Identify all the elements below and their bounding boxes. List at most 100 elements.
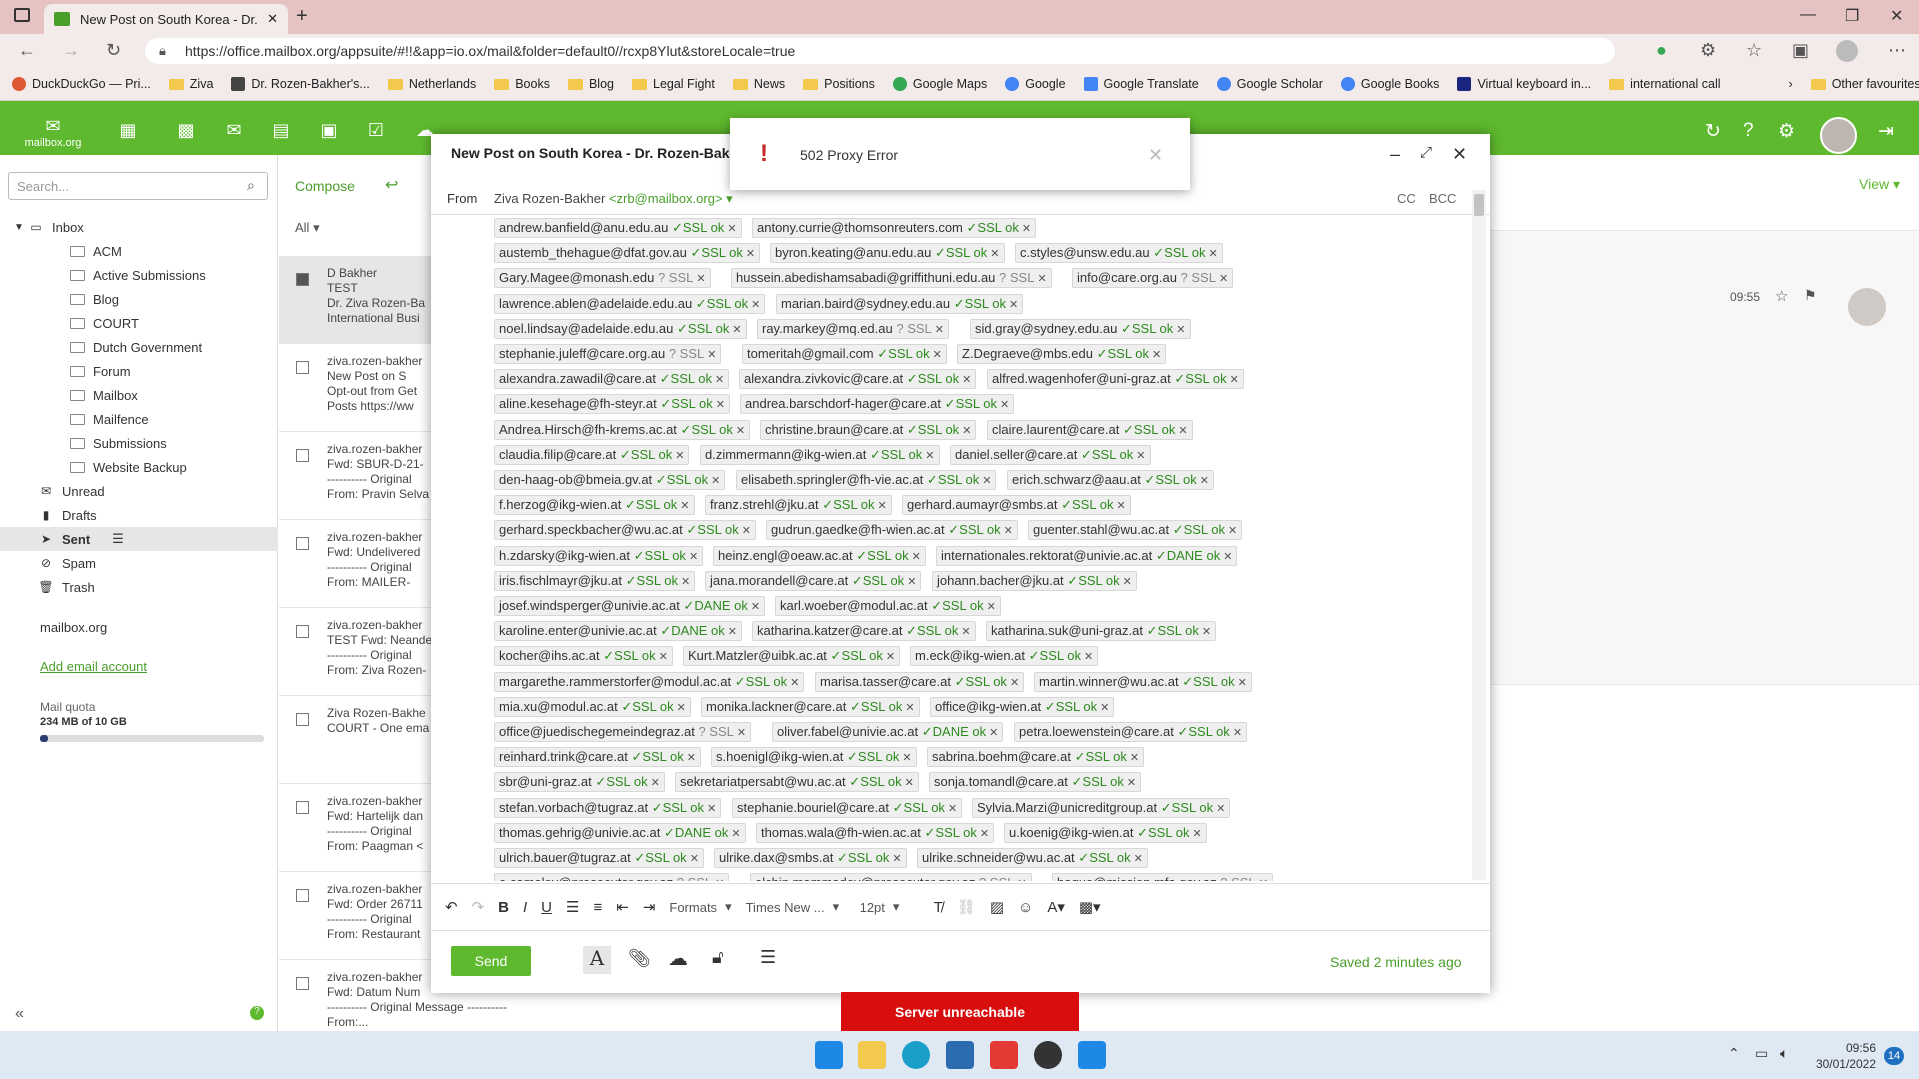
select-checkbox[interactable] xyxy=(296,977,309,990)
recipient-chip[interactable]: office@ikg-wien.at ✓SSL ok ✕ xyxy=(930,696,1115,717)
recipient-chip[interactable]: stephanie.juleff@care.org.au ? SSL ✕ xyxy=(494,344,722,364)
remove-recipient-icon[interactable]: ✕ xyxy=(790,677,799,689)
more-menu-icon[interactable]: ⋯ xyxy=(1888,40,1906,61)
recipient-chip[interactable]: martin.winner@wu.ac.at ✓SSL ok ✕ xyxy=(1034,671,1252,692)
remove-recipient-icon[interactable]: ✕ xyxy=(715,878,724,881)
recipient-chip[interactable]: claire.laurent@care.at ✓SSL ok ✕ xyxy=(987,419,1193,440)
recipient-chip[interactable]: noel.lindsay@adelaide.edu.au ✓SSL ok ✕ xyxy=(494,318,747,339)
remove-recipient-icon[interactable]: ✕ xyxy=(1259,878,1268,881)
recipient-chip[interactable]: heinz.engl@oeaw.ac.at ✓SSL ok ✕ xyxy=(713,545,926,566)
send-button[interactable]: Send xyxy=(451,946,531,976)
folder-forum[interactable]: Forum xyxy=(0,359,278,383)
image-icon[interactable]: ▨ xyxy=(990,898,1004,916)
recipient-chip[interactable]: andrew.banfield@anu.edu.au ✓SSL ok ✕ xyxy=(494,218,742,238)
bookmark-netherlands[interactable]: Netherlands xyxy=(387,77,476,91)
mail-icon[interactable]: ✉ xyxy=(223,120,245,140)
remove-recipient-icon[interactable]: ✕ xyxy=(715,374,724,386)
font-family-dropdown[interactable]: Times New ... ▾ xyxy=(746,899,846,915)
browser-tab[interactable]: New Post on South Korea - Dr. R ✕ xyxy=(44,4,288,34)
remove-recipient-icon[interactable]: ✕ xyxy=(935,324,944,336)
recipient-chip[interactable]: ulrich.bauer@tugraz.at ✓SSL ok ✕ xyxy=(494,848,704,868)
profile-avatar[interactable] xyxy=(1836,40,1858,62)
remove-recipient-icon[interactable]: ✕ xyxy=(707,349,716,361)
add-email-account-link[interactable]: Add email account xyxy=(40,659,147,674)
close-alert-icon[interactable]: ✕ xyxy=(1148,145,1163,166)
logout-icon[interactable]: ⇥ xyxy=(1878,120,1894,143)
calendar-icon[interactable]: ▤ xyxy=(270,120,292,140)
bookmark-google-scholar[interactable]: Google Scholar xyxy=(1216,77,1323,91)
folder-trash[interactable]: 🗑︎ Trash xyxy=(0,575,278,599)
start-icon[interactable] xyxy=(815,1041,843,1069)
remove-recipient-icon[interactable]: ✕ xyxy=(1037,273,1046,285)
back-icon[interactable]: ← xyxy=(18,40,36,61)
media-icon[interactable] xyxy=(1078,1041,1106,1069)
edge-icon[interactable] xyxy=(902,1041,930,1069)
recipient-chip[interactable]: info@care.org.au ? SSL ✕ xyxy=(1072,268,1234,289)
bookmark-google-books[interactable]: Google Books xyxy=(1340,77,1439,91)
tab-actions-icon[interactable] xyxy=(14,8,30,22)
remove-recipient-icon[interactable]: ✕ xyxy=(1009,299,1018,311)
remove-recipient-icon[interactable]: ✕ xyxy=(746,248,755,260)
select-checkbox[interactable] xyxy=(296,625,309,638)
user-avatar[interactable] xyxy=(1820,117,1857,154)
apps-grid-icon[interactable]: ▦ xyxy=(117,120,139,140)
folder-dutch-government[interactable]: Dutch Government xyxy=(0,335,278,359)
remove-recipient-icon[interactable]: ✕ xyxy=(1200,475,1209,487)
remove-recipient-icon[interactable]: ✕ xyxy=(680,500,689,512)
volume-icon[interactable]: 🔈︎ xyxy=(1780,1045,1788,1062)
tasks-icon[interactable]: ☑ xyxy=(365,120,387,140)
recipient-chip[interactable]: sabrina.boehm@care.at ✓SSL ok ✕ xyxy=(927,747,1145,768)
bookmark-dr-rozen-bakher[interactable]: Dr. Rozen-Bakher's... xyxy=(231,77,370,91)
recipient-chip[interactable]: u.koenig@ikg-wien.at ✓SSL ok ✕ xyxy=(1004,822,1207,843)
recipient-chip[interactable]: den-haag-ob@bmeia.gv.at ✓SSL ok ✕ xyxy=(494,470,726,490)
from-selector[interactable]: Ziva Rozen-Bakher <zrb@mailbox.org> ▾ xyxy=(494,191,733,207)
remove-recipient-icon[interactable]: ✕ xyxy=(1017,878,1026,881)
remove-recipient-icon[interactable]: ✕ xyxy=(659,651,668,663)
remove-recipient-icon[interactable]: ✕ xyxy=(989,727,998,739)
remove-recipient-icon[interactable]: ✕ xyxy=(696,273,705,285)
remove-recipient-icon[interactable]: ✕ xyxy=(707,803,716,815)
remove-recipient-icon[interactable]: ✕ xyxy=(892,853,901,865)
remove-recipient-icon[interactable]: ✕ xyxy=(982,475,991,487)
recipient-chip[interactable]: sbr@uni-graz.at ✓SSL ok ✕ xyxy=(494,772,665,793)
recipient-chip[interactable]: d.zimmermann@ikg-wien.at ✓SSL ok ✕ xyxy=(700,444,940,465)
forward-icon[interactable]: → xyxy=(62,40,80,61)
recipient-chip[interactable]: mia.xu@modul.ac.at ✓SSL ok ✕ xyxy=(494,696,691,717)
recipient-chip[interactable]: hussein.abedishamsabadi@griffithuni.edu.… xyxy=(731,268,1052,289)
folder-court[interactable]: COURT xyxy=(0,311,278,335)
recipient-chip[interactable]: m.eck@ikg-wien.at ✓SSL ok ✕ xyxy=(910,646,1099,667)
remove-recipient-icon[interactable]: ✕ xyxy=(1116,500,1125,512)
recipient-chip[interactable]: reinhard.trink@care.at ✓SSL ok ✕ xyxy=(494,747,701,768)
recipient-chip[interactable]: andrea.barschdorf-hager@care.at ✓SSL ok ✕ xyxy=(740,394,1015,415)
remove-recipient-icon[interactable]: ✕ xyxy=(912,551,921,563)
italic-icon[interactable]: I xyxy=(523,899,527,916)
remove-recipient-icon[interactable]: ✕ xyxy=(677,702,686,714)
cloud-icon[interactable]: ☁ xyxy=(668,946,688,971)
remove-recipient-icon[interactable]: ✕ xyxy=(731,828,740,840)
recipient-chip[interactable]: marian.baird@sydney.edu.au ✓SSL ok ✕ xyxy=(776,293,1024,314)
folder-unread[interactable]: ✉ Unread xyxy=(0,479,278,503)
select-checkbox[interactable] xyxy=(296,801,309,814)
recipient-chip[interactable]: guenter.stahl@wu.ac.at ✓SSL ok ✕ xyxy=(1028,520,1243,541)
remove-recipient-icon[interactable]: ✕ xyxy=(751,601,760,613)
remove-recipient-icon[interactable]: ✕ xyxy=(690,853,699,865)
background-color-icon[interactable]: ▩▾ xyxy=(1079,898,1101,916)
recipient-chip[interactable]: monika.lackner@care.at ✓SSL ok ✕ xyxy=(701,696,920,717)
bookmark-ziva[interactable]: Ziva xyxy=(168,77,213,91)
close-tab-icon[interactable]: ✕ xyxy=(267,11,278,27)
close-window-icon[interactable]: ✕ xyxy=(1890,6,1903,26)
collapse-sidebar-icon[interactable]: « xyxy=(15,1005,24,1023)
new-tab-icon[interactable]: + xyxy=(296,5,308,28)
recipient-chip[interactable]: johann.bacher@jku.at ✓SSL ok ✕ xyxy=(932,570,1137,591)
recipient-chip[interactable]: katharina.katzer@care.at ✓SSL ok ✕ xyxy=(752,621,976,642)
remove-recipient-icon[interactable]: ✕ xyxy=(1152,349,1161,361)
bookmark-blog[interactable]: Blog xyxy=(567,77,614,91)
folder-submissions[interactable]: Submissions xyxy=(0,431,278,455)
recipient-chip[interactable]: elisabeth.springler@fh-vie.ac.at ✓SSL ok… xyxy=(736,470,997,490)
remove-recipient-icon[interactable]: ✕ xyxy=(736,425,745,437)
recipient-chip[interactable]: c.styles@unsw.edu.au ✓SSL ok ✕ xyxy=(1015,243,1223,264)
recipient-chip[interactable]: katharina.suk@uni-graz.at ✓SSL ok ✕ xyxy=(986,621,1217,642)
remove-recipient-icon[interactable]: ✕ xyxy=(1219,273,1228,285)
remove-recipient-icon[interactable]: ✕ xyxy=(675,450,684,462)
caret-down-icon[interactable]: ▼ xyxy=(14,222,28,233)
